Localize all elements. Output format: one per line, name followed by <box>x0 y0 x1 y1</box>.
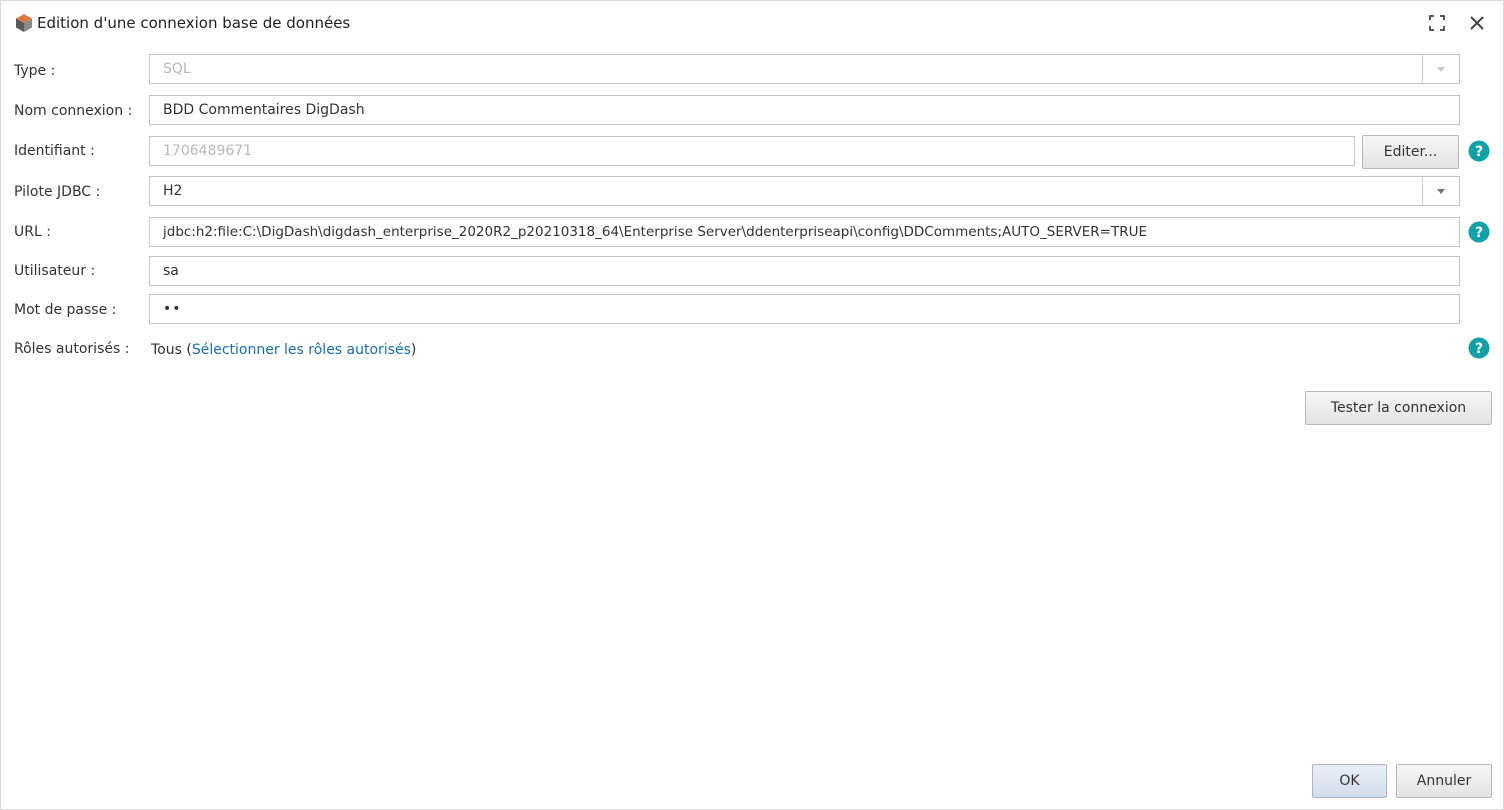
ok-button[interactable]: OK <box>1312 764 1387 798</box>
jdbc-driver-value: H2 <box>163 183 183 199</box>
jdbc-driver-label: Pilote JDBC : <box>14 184 101 200</box>
svg-text:?: ? <box>1475 341 1483 357</box>
help-icon[interactable]: ? <box>1468 221 1490 243</box>
test-connection-button[interactable]: Tester la connexion <box>1305 391 1492 425</box>
chevron-down-icon <box>1437 189 1445 194</box>
help-icon[interactable]: ? <box>1468 337 1490 359</box>
url-value: jdbc:h2:file:C:\DigDash\digdash_enterpri… <box>163 224 1147 240</box>
identifier-label: Identifiant : <box>14 143 95 159</box>
cancel-button[interactable]: Annuler <box>1396 764 1492 798</box>
password-mask: •• <box>163 301 182 317</box>
database-cube-icon <box>16 14 32 32</box>
name-label: Nom connexion : <box>14 103 133 119</box>
chevron-down-icon <box>1437 67 1445 72</box>
connection-name-value: BDD Commentaires DigDash <box>163 102 365 118</box>
dialog-title: Edition d'une connexion base de données <box>37 14 351 32</box>
connection-edit-dialog: Edition d'une connexion base de données … <box>0 0 1504 810</box>
svg-text:?: ? <box>1475 144 1483 160</box>
roles-value-line: Tous (Sélectionner les rôles autorisés) <box>151 342 416 358</box>
password-input[interactable]: •• <box>149 294 1460 324</box>
select-roles-link[interactable]: Sélectionner les rôles autorisés <box>192 342 411 358</box>
svg-text:?: ? <box>1475 225 1483 241</box>
password-label: Mot de passe : <box>14 302 117 318</box>
maximize-icon[interactable] <box>1428 14 1446 32</box>
url-label: URL : <box>14 224 51 240</box>
identifier-value: 1706489671 <box>163 143 253 159</box>
jdbc-dropdown-arrow[interactable] <box>1422 177 1459 205</box>
user-input[interactable]: sa <box>149 256 1460 286</box>
jdbc-driver-select[interactable]: H2 <box>149 176 1460 206</box>
connection-name-input[interactable]: BDD Commentaires DigDash <box>149 95 1460 125</box>
roles-value: Tous <box>151 342 182 358</box>
close-icon[interactable] <box>1467 13 1487 33</box>
user-value: sa <box>163 263 179 279</box>
type-dropdown-arrow[interactable] <box>1422 55 1459 83</box>
url-input[interactable]: jdbc:h2:file:C:\DigDash\digdash_enterpri… <box>149 217 1460 247</box>
title-bar: Edition d'une connexion base de données <box>1 1 1503 45</box>
identifier-input[interactable]: 1706489671 <box>149 136 1355 166</box>
user-label: Utilisateur : <box>14 263 96 279</box>
roles-close-paren: ) <box>410 342 417 358</box>
edit-identifier-button[interactable]: Editer... <box>1362 135 1459 169</box>
type-select[interactable]: SQL <box>149 54 1460 84</box>
type-value: SQL <box>163 61 191 77</box>
help-icon[interactable]: ? <box>1468 140 1490 162</box>
roles-label: Rôles autorisés : <box>14 341 130 357</box>
type-label: Type : <box>14 63 56 79</box>
